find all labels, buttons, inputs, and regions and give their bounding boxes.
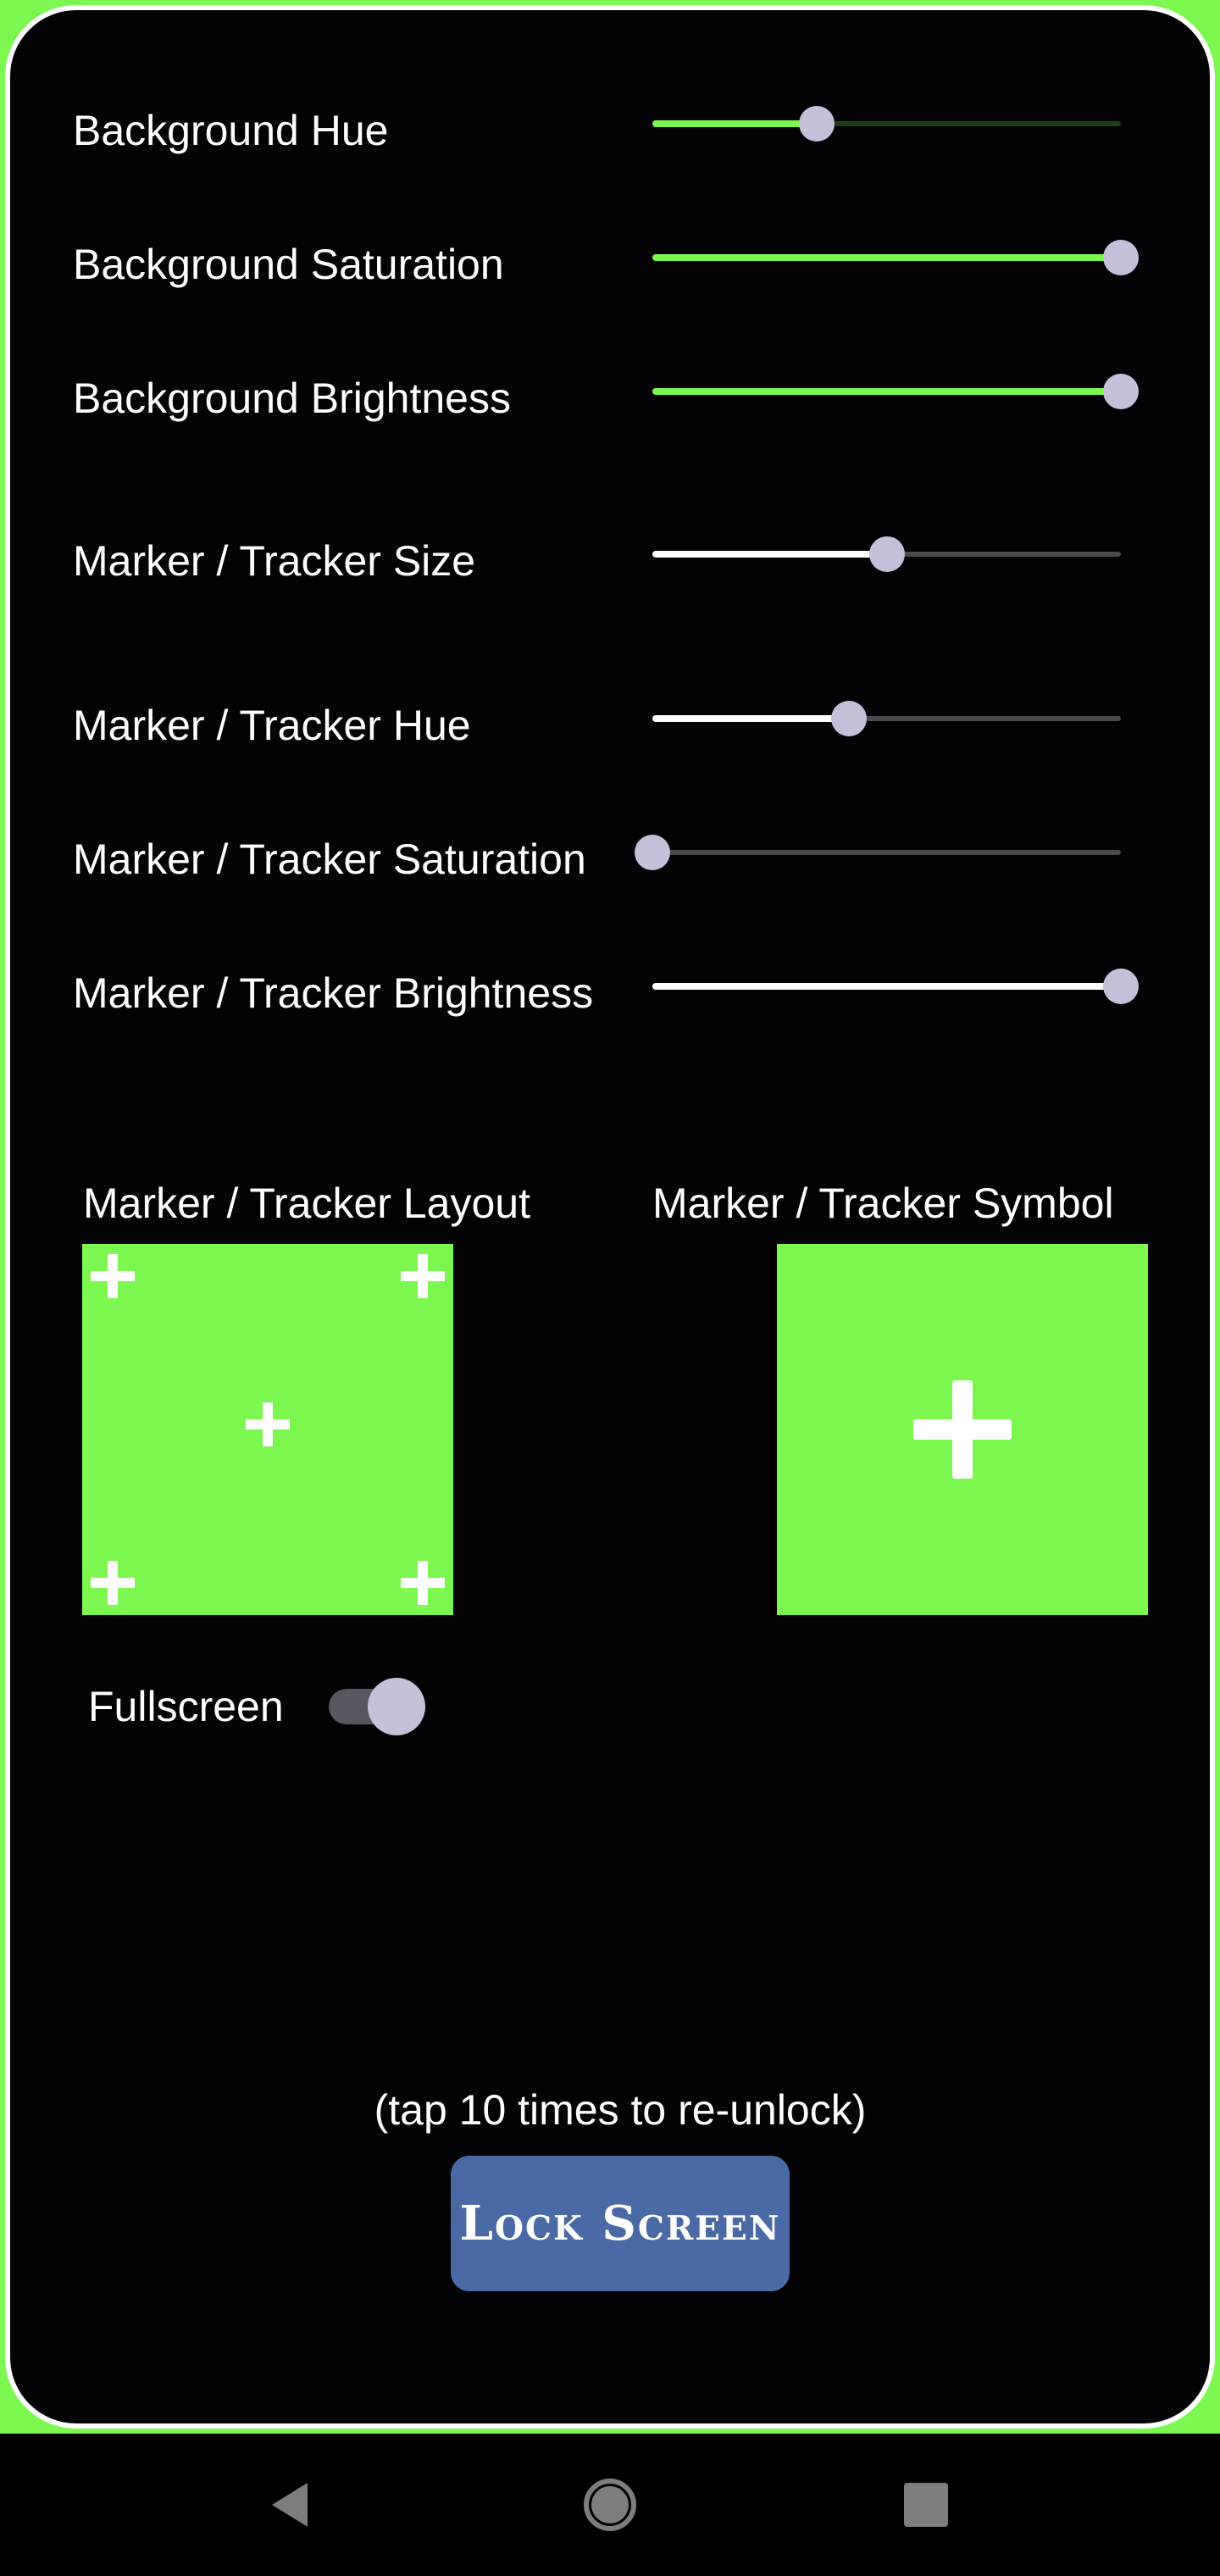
system-navbar (0, 2434, 1220, 2576)
slider-thumb[interactable] (831, 701, 868, 736)
marker-brightness-label: Marker / Tracker Brightness (73, 969, 594, 1017)
background-saturation-slider[interactable] (652, 232, 1139, 283)
marker-hue-slider[interactable] (652, 693, 1121, 744)
toggle-thumb (368, 1678, 425, 1735)
marker-saturation-slider[interactable] (635, 827, 1121, 878)
slider-thumb[interactable] (868, 536, 905, 572)
app-screen: Background Hue Background Saturation Bac… (0, 0, 1220, 2576)
background-hue-label: Background Hue (73, 107, 389, 154)
plus-icon (87, 1251, 138, 1302)
slider-thumb[interactable] (1103, 240, 1139, 275)
marker-size-slider[interactable] (652, 529, 1121, 580)
plus-icon (397, 1251, 448, 1302)
slider-fill (652, 254, 1121, 261)
slider-track (652, 850, 1121, 855)
settings-panel: Background Hue Background Saturation Bac… (5, 5, 1215, 2429)
slider-fill (652, 388, 1121, 395)
lock-screen-button[interactable]: Lock Screen (451, 2156, 790, 2291)
slider-fill (652, 551, 887, 558)
plus-icon (397, 1557, 448, 1608)
layout-picker-title: Marker / Tracker Layout (83, 1180, 530, 1227)
slider-fill (652, 983, 1121, 990)
symbol-picker-title: Marker / Tracker Symbol (652, 1180, 1114, 1227)
layout-picker-button[interactable] (82, 1244, 453, 1615)
background-saturation-label: Background Saturation (73, 241, 504, 288)
plus-icon (242, 1399, 293, 1450)
marker-saturation-label: Marker / Tracker Saturation (73, 836, 586, 883)
slider-thumb[interactable] (798, 106, 835, 142)
slider-thumb[interactable] (1103, 374, 1139, 409)
home-circle-icon[interactable] (576, 2471, 644, 2539)
back-triangle-icon[interactable] (257, 2471, 324, 2539)
fullscreen-toggle[interactable] (329, 1678, 430, 1735)
marker-size-label: Marker / Tracker Size (73, 537, 476, 585)
slider-fill (652, 715, 850, 722)
marker-hue-label: Marker / Tracker Hue (73, 702, 471, 749)
fullscreen-label: Fullscreen (88, 1683, 284, 1730)
symbol-picker-button[interactable] (777, 1244, 1148, 1615)
plus-icon (87, 1557, 138, 1608)
plus-symbol-icon (912, 1379, 1013, 1480)
unlock-hint: (tap 10 times to re-unlock) (374, 2086, 867, 2134)
slider-fill (652, 120, 817, 127)
marker-brightness-slider[interactable] (652, 961, 1139, 1012)
slider-thumb[interactable] (1103, 969, 1139, 1004)
background-hue-slider[interactable] (652, 98, 1121, 149)
slider-thumb[interactable] (635, 835, 670, 870)
background-brightness-slider[interactable] (652, 366, 1139, 417)
recents-square-icon[interactable] (892, 2471, 960, 2539)
background-brightness-label: Background Brightness (73, 375, 511, 422)
